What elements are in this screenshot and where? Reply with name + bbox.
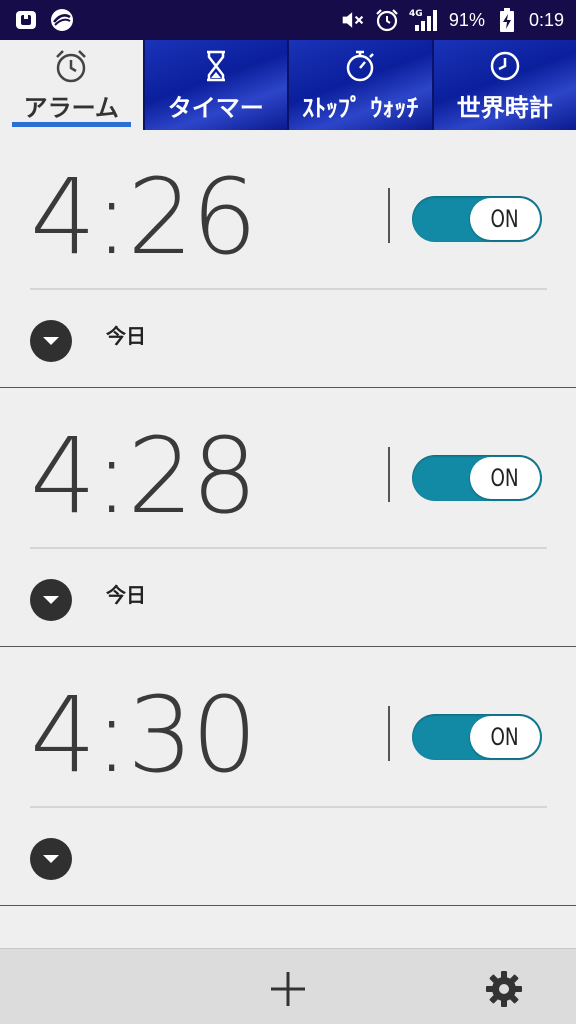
alarm-toggle[interactable]: ON [412, 714, 542, 760]
alarm-time[interactable]: 4:28 [30, 421, 258, 531]
settings-button[interactable] [482, 967, 526, 1011]
toggle-label: ON [490, 205, 520, 233]
tab-world-clock[interactable]: 世界時計 [431, 40, 576, 130]
tab-label: 世界時計 [456, 93, 553, 122]
circle-app-icon [50, 8, 74, 32]
alarm-toggle[interactable]: ON [412, 455, 542, 501]
battery-percent: 91% [448, 9, 485, 30]
tab-label: タイマー [167, 93, 264, 122]
alarm-item[interactable]: 4:26 ON 今日 [0, 130, 576, 388]
toggle-label: ON [490, 723, 520, 751]
chevron-down-icon [43, 337, 59, 345]
tab-timer[interactable]: タイマー [142, 40, 287, 130]
battery-charging-icon [495, 8, 519, 32]
tab-alarm[interactable]: アラーム [0, 40, 143, 130]
tab-label: アラーム [23, 93, 119, 122]
alarm-time[interactable]: 4:26 [30, 162, 258, 272]
mute-icon [341, 8, 365, 32]
status-time: 0:19 [528, 9, 564, 30]
add-alarm-button[interactable] [266, 967, 310, 1011]
chevron-down-icon [43, 596, 59, 604]
alarm-clock-icon [53, 48, 89, 84]
gear-icon [486, 971, 522, 1007]
alarm-toggle[interactable]: ON [412, 196, 542, 242]
alarm-item[interactable]: 4:30 ON [0, 648, 576, 906]
bottom-bar [0, 948, 576, 1024]
hourglass-icon [198, 48, 234, 84]
divider [388, 188, 390, 243]
divider [388, 447, 390, 502]
toggle-knob: ON [470, 716, 540, 758]
toggle-knob: ON [470, 198, 540, 240]
expand-button[interactable] [30, 838, 72, 880]
plus-icon [271, 972, 305, 1006]
svg-text:4G: 4G [409, 9, 423, 19]
alarm-time[interactable]: 4:30 [30, 680, 258, 790]
alarm-item[interactable]: 4:28 ON 今日 [0, 389, 576, 647]
signal-icon: 4G [409, 8, 439, 32]
tab-stopwatch[interactable]: ｽﾄｯﾌﾟ ｳｫｯﾁ [287, 40, 432, 130]
app-notification-icon [14, 8, 38, 32]
status-bar: 4G 91% 0:19 [0, 0, 576, 40]
divider [30, 806, 547, 808]
active-tab-indicator [12, 122, 131, 127]
expand-button[interactable] [30, 579, 72, 621]
divider [30, 547, 547, 549]
stopwatch-icon [342, 48, 378, 84]
toggle-knob: ON [470, 457, 540, 499]
alarm-icon [375, 8, 399, 32]
expand-button[interactable] [30, 320, 72, 362]
tab-label: ｽﾄｯﾌﾟ ｳｫｯﾁ [302, 93, 419, 122]
alarm-day-label: 今日 [106, 324, 146, 348]
clock-icon [487, 48, 523, 84]
alarm-day-label: 今日 [106, 583, 146, 607]
divider [388, 706, 390, 761]
divider [30, 288, 547, 290]
chevron-down-icon [43, 855, 59, 863]
toggle-label: ON [490, 464, 520, 492]
tab-bar: アラーム タイマー ｽﾄｯﾌﾟ ｳｫｯﾁ 世界時計 [0, 40, 576, 130]
